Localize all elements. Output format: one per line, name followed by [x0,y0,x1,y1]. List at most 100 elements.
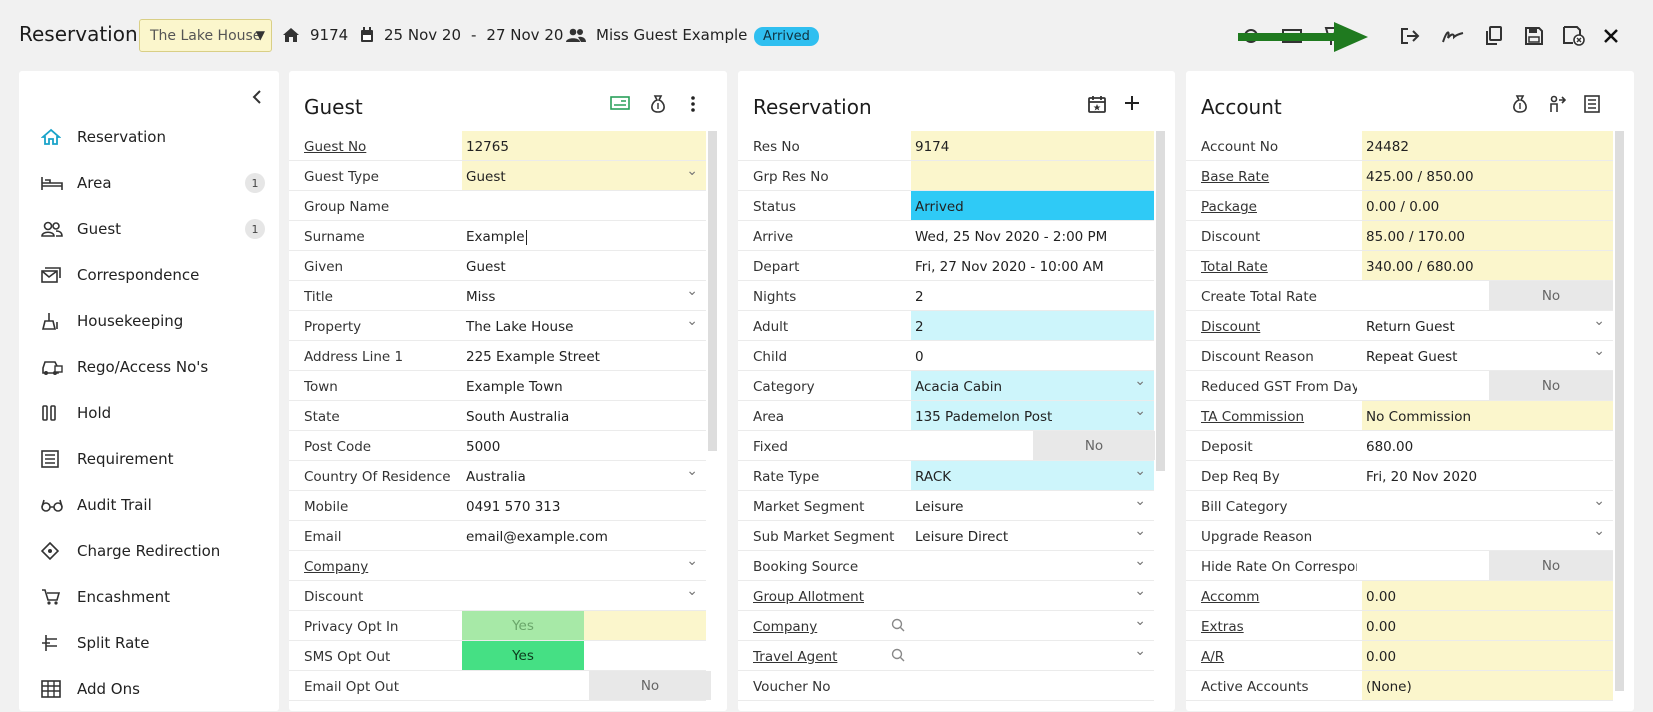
sidebar-item-audit-trail[interactable]: Audit Trail [19,482,279,528]
invoice-icon[interactable] [1584,95,1600,117]
sidebar-item-add-ons[interactable]: Add Ons [19,666,279,712]
more-vert-icon[interactable] [686,95,700,117]
chevron-down-icon[interactable]: ⌄ [686,163,698,179]
field-input[interactable]: 2 [911,281,1154,310]
field-input[interactable]: 12765 [462,131,706,160]
chevron-down-icon[interactable]: ⌄ [1134,583,1146,599]
chevron-down-icon[interactable]: ⌄ [1593,493,1605,509]
chevron-down-icon[interactable]: ⌄ [1134,493,1146,509]
field-label[interactable]: Package [1201,199,1357,215]
field-input[interactable]: Guest [462,251,706,280]
field-input[interactable]: 680.00 [1362,431,1613,460]
copy-icon[interactable] [1482,25,1504,47]
chevron-down-icon[interactable]: ⌄ [1134,643,1146,659]
chevron-down-icon[interactable]: ⌄ [1134,463,1146,479]
collapse-icon[interactable] [251,89,263,109]
person-transfer-icon[interactable] [1548,95,1567,117]
field-label[interactable]: Company [753,619,906,635]
field-input[interactable]: 425.00 / 850.00 [1362,161,1613,190]
field-label[interactable]: A/R [1201,649,1357,665]
field-input[interactable] [911,671,1154,700]
field-input[interactable]: 2 [911,311,1154,340]
field-input[interactable] [462,191,706,220]
field-label[interactable]: Extras [1201,619,1357,635]
toggle-switch[interactable]: No [1033,431,1155,460]
calendar-star-icon[interactable] [1088,95,1106,117]
property-select[interactable]: The Lake House ▼ [139,19,272,52]
field-input[interactable]: Fri, 27 Nov 2020 - 10:00 AM [911,251,1154,280]
field-input[interactable]: Example Town [462,371,706,400]
field-select[interactable]: ⌄ [1362,491,1613,520]
field-select[interactable]: ⌄ [462,581,706,610]
field-label[interactable]: Discount [1201,319,1357,335]
field-select[interactable]: ⌄ [911,611,1154,640]
field-input[interactable]: 0.00 [1362,581,1613,610]
field-input[interactable]: 5000 [462,431,706,460]
field-input[interactable]: Fri, 20 Nov 2020 [1362,461,1613,490]
sidebar-item-area[interactable]: Area 1 [19,160,279,206]
field-label[interactable]: Travel Agent [753,649,906,665]
sidebar-item-requirement[interactable]: Requirement [19,436,279,482]
field-select[interactable]: ⌄ [1362,521,1613,550]
field-label[interactable]: Group Allotment [753,589,906,605]
field-input[interactable]: 85.00 / 170.00 [1362,221,1613,250]
id-card-icon[interactable] [610,95,630,117]
chevron-down-icon[interactable]: ⌄ [1134,553,1146,569]
chevron-down-icon[interactable]: ⌄ [686,313,698,329]
add-icon[interactable] [1124,95,1140,117]
sidebar-item-reservation[interactable]: Reservation [19,114,279,160]
sidebar-item-encashment[interactable]: Encashment [19,574,279,620]
signature-icon[interactable] [1442,25,1464,47]
field-select[interactable]: RACK ⌄ [911,461,1154,490]
field-input[interactable] [911,161,1154,190]
sidebar-item-housekeeping[interactable]: Housekeeping [19,298,279,344]
field-label[interactable]: Base Rate [1201,169,1357,185]
field-input[interactable]: 0491 570 313 [462,491,706,520]
search-icon[interactable] [891,618,905,636]
sidebar-item-rego[interactable]: Rego/Access No's [19,344,279,390]
field-select[interactable]: ⌄ [911,551,1154,580]
field-input[interactable]: 340.00 / 680.00 [1362,251,1613,280]
field-select[interactable]: Leisure ⌄ [911,491,1154,520]
scrollbar[interactable] [1156,131,1165,471]
sidebar-item-guest[interactable]: Guest 1 [19,206,279,252]
toggle-switch[interactable]: No [589,671,711,700]
scrollbar[interactable] [1615,131,1624,691]
field-input[interactable]: Arrived [911,191,1154,220]
chevron-down-icon[interactable]: ⌄ [686,583,698,599]
money-bag-icon[interactable] [648,95,668,117]
field-select[interactable]: ⌄ [911,581,1154,610]
field-select[interactable]: Repeat Guest ⌄ [1362,341,1613,370]
check-out-icon[interactable] [1399,25,1421,47]
field-select[interactable]: Return Guest ⌄ [1362,311,1613,340]
chevron-down-icon[interactable]: ⌄ [1593,523,1605,539]
toggle-switch[interactable]: No [1489,281,1613,310]
save-close-icon[interactable] [1563,25,1585,47]
toggle-switch[interactable]: Yes [462,641,584,670]
close-icon[interactable] [1600,25,1622,47]
field-input[interactable]: email@example.com [462,521,706,550]
field-select[interactable]: ⌄ [911,641,1154,670]
field-select[interactable]: Guest ⌄ [462,161,706,190]
field-input[interactable]: 0.00 [1362,611,1613,640]
field-input[interactable]: 9174 [911,131,1154,160]
field-select[interactable]: ⌄ [462,551,706,580]
field-select[interactable]: Miss ⌄ [462,281,706,310]
field-input[interactable]: Example [462,221,706,250]
toggle-switch[interactable]: No [1489,551,1613,580]
sidebar-item-correspondence[interactable]: Correspondence [19,252,279,298]
chevron-down-icon[interactable]: ⌄ [1134,613,1146,629]
field-label[interactable]: Accomm [1201,589,1357,605]
sidebar-item-hold[interactable]: Hold [19,390,279,436]
sidebar-item-split-rate[interactable]: Split Rate [19,620,279,666]
field-label[interactable]: Guest No [304,139,457,155]
field-input[interactable]: 24482 [1362,131,1613,160]
field-input[interactable]: 0.00 [1362,641,1613,670]
chevron-down-icon[interactable]: ⌄ [686,553,698,569]
chevron-down-icon[interactable]: ⌄ [1593,343,1605,359]
sidebar-item-charge-redirection[interactable]: Charge Redirection [19,528,279,574]
chevron-down-icon[interactable]: ⌄ [1593,313,1605,329]
chevron-down-icon[interactable]: ⌄ [686,283,698,299]
field-input[interactable]: 0.00 / 0.00 [1362,191,1613,220]
toggle-switch[interactable]: Yes [462,611,584,640]
